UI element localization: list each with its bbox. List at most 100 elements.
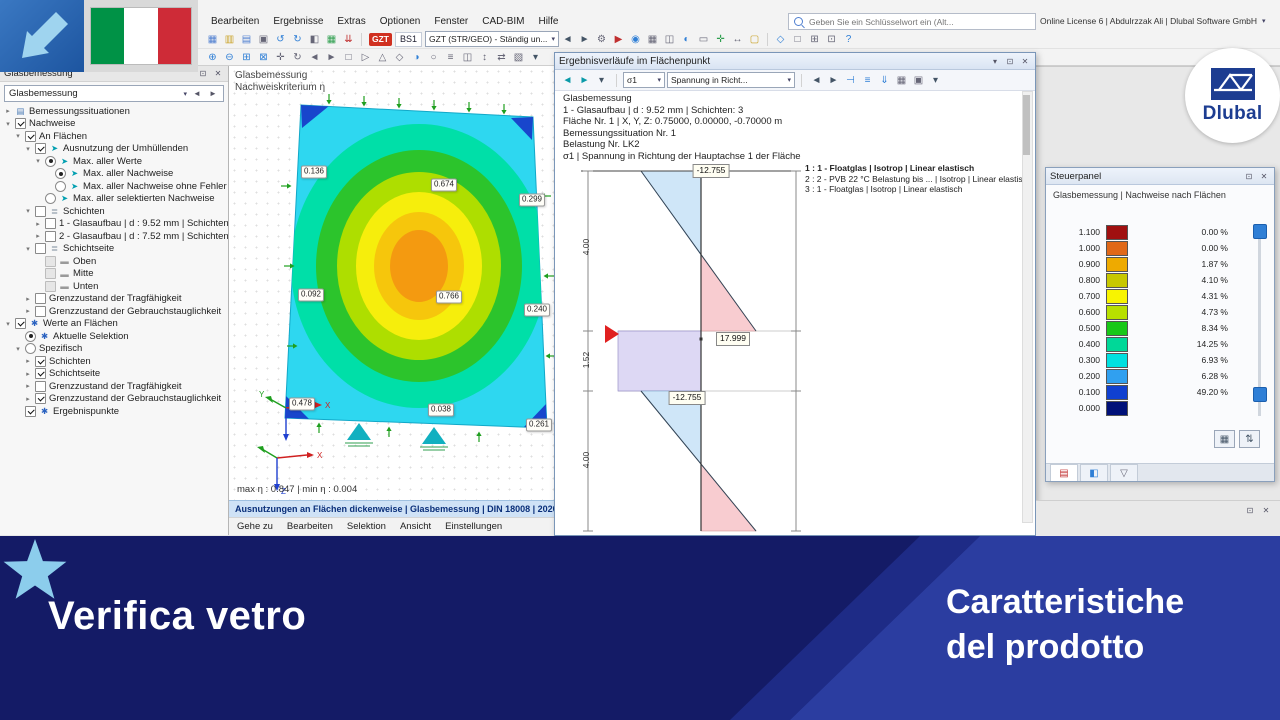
next-view-icon[interactable]: ► — [323, 50, 340, 65]
tree-item[interactable]: ▾ ✱ Werte an Flächen — [0, 318, 228, 331]
expander-icon[interactable]: ▾ — [14, 345, 22, 353]
checkbox[interactable] — [35, 205, 46, 217]
fit-view-icon[interactable]: ⊠ — [255, 50, 272, 65]
snap-icon[interactable]: ⊡ — [823, 32, 840, 47]
license-dropdown-icon[interactable]: ▾ — [1262, 17, 1266, 25]
tree-item[interactable]: ▬ Mitte — [0, 268, 228, 281]
tree-item[interactable]: ▸ Grenzzustand der Gebrauchstauglichkeit — [0, 393, 228, 406]
expander-icon[interactable]: ▸ — [34, 232, 42, 240]
viewport-menu-item[interactable]: Selektion — [347, 521, 386, 532]
annotation-icon[interactable]: ✛ — [712, 32, 729, 47]
viewport-menu-item[interactable]: Einstellungen — [445, 521, 502, 532]
expander-icon[interactable]: ▾ — [24, 145, 32, 153]
radio-button[interactable] — [25, 343, 36, 355]
swap-icon[interactable]: ⇄ — [493, 50, 510, 65]
loadcase-combobox[interactable]: GZT (STR/GEO) - Ständig un... ▾ — [425, 31, 560, 47]
comment-icon[interactable]: ▢ — [746, 32, 763, 47]
isometric-view-icon[interactable]: ◇ — [391, 50, 408, 65]
navigator-close-icon[interactable]: ✕ — [212, 68, 224, 79]
adjust-range-button-icon[interactable]: ⇅ — [1239, 430, 1260, 448]
expander-icon[interactable]: ▾ — [14, 132, 22, 140]
print-icon[interactable]: ▣ — [910, 73, 927, 88]
tab-color-scale-icon[interactable]: ▤ — [1050, 464, 1078, 481]
table-icon[interactable]: ▦ — [893, 73, 910, 88]
result-type-combobox[interactable]: Spannung in Richt... ▾ — [667, 72, 795, 88]
expander-icon[interactable]: ▸ — [34, 220, 42, 228]
expander-icon[interactable]: ▸ — [24, 357, 32, 365]
save-icon[interactable]: ▤ — [238, 32, 255, 47]
radio-button[interactable] — [55, 180, 66, 192]
checkbox[interactable] — [45, 255, 56, 267]
layout-icon[interactable]: ≡ — [859, 73, 876, 88]
expander-icon[interactable]: ▾ — [4, 120, 12, 128]
previous-point-icon[interactable]: ◄ — [808, 73, 825, 88]
section-icon[interactable]: ◫ — [661, 32, 678, 47]
checkbox[interactable] — [35, 380, 46, 392]
tab-display-icon[interactable]: ◧ — [1080, 464, 1108, 481]
tree-item[interactable]: ▾ ≣ Schichtseite — [0, 243, 228, 256]
back-icon[interactable]: ◄ — [559, 73, 576, 88]
undo-icon[interactable]: ↺ — [272, 32, 289, 47]
shading-icon[interactable]: ◑ — [408, 50, 425, 65]
new-model-icon[interactable]: ▦ — [204, 32, 221, 47]
menu-item-fenster[interactable]: Fenster — [427, 14, 475, 29]
open-model-icon[interactable]: ▥ — [221, 32, 238, 47]
result-values-icon[interactable]: ◉ — [627, 32, 644, 47]
wireframe-icon[interactable]: ○ — [425, 50, 442, 65]
calculate-icon[interactable]: ⚙ — [593, 32, 610, 47]
grid-icon[interactable]: ⊞ — [806, 32, 823, 47]
checkbox[interactable] — [45, 230, 56, 242]
redo-icon[interactable]: ↻ — [289, 32, 306, 47]
checkbox[interactable] — [35, 243, 46, 255]
forward-icon[interactable]: ► — [576, 73, 593, 88]
export-icon[interactable]: ⇓ — [876, 73, 893, 88]
checkbox[interactable] — [45, 280, 56, 292]
tree-item[interactable]: ▬ Oben — [0, 255, 228, 268]
tree-item[interactable]: ▾ ➤ Ausnutzung der Umhüllenden — [0, 143, 228, 156]
tree-item[interactable]: ▸ Grenzzustand der Tragfähigkeit — [0, 380, 228, 393]
tree-item[interactable]: ▸ Schichten — [0, 355, 228, 368]
checkbox[interactable] — [45, 268, 56, 280]
scale-max-handle[interactable] — [1253, 224, 1267, 239]
result-table-icon[interactable]: ▦ — [644, 32, 661, 47]
bs-label[interactable]: BS1 — [395, 31, 423, 47]
checkbox[interactable] — [35, 293, 46, 305]
expander-icon[interactable]: ▾ — [24, 207, 32, 215]
search-input[interactable] — [807, 15, 1035, 28]
navigator-toggle-icon[interactable]: ◧ — [306, 32, 323, 47]
tables-toggle-icon[interactable]: ▦ — [323, 32, 340, 47]
navigator-prev-icon[interactable]: ◄ — [191, 88, 203, 99]
tree-item[interactable]: ✱ Ergebnispunkte — [0, 405, 228, 418]
dock-icon[interactable]: ⊣ — [842, 73, 859, 88]
menu-item-ergebnisse[interactable]: Ergebnisse — [266, 14, 330, 29]
tree-item[interactable]: ▸ 2 - Glasaufbau | d : 7.52 mm | Schichte… — [0, 230, 228, 243]
menu-item-optionen[interactable]: Optionen — [373, 14, 428, 29]
tree-item[interactable]: ➤ Max. aller Nachweise — [0, 168, 228, 181]
navigator-next-icon[interactable]: ► — [207, 88, 219, 99]
tree-item[interactable]: ▸ Grenzzustand der Tragfähigkeit — [0, 293, 228, 306]
checkbox[interactable] — [35, 393, 46, 405]
checkbox[interactable] — [25, 405, 36, 417]
menu-item-extras[interactable]: Extras — [330, 14, 372, 29]
checkbox[interactable] — [25, 130, 36, 142]
expander-icon[interactable]: ▸ — [24, 295, 32, 303]
menu-item-cad-bim[interactable]: CAD-BIM — [475, 14, 531, 29]
previous-view-icon[interactable]: ◄ — [306, 50, 323, 65]
strip-close-icon[interactable]: ✕ — [1260, 505, 1272, 516]
radio-button[interactable] — [45, 155, 56, 167]
strip-float-icon[interactable]: ⊡ — [1244, 505, 1256, 516]
load-display-icon[interactable]: ⇊ — [340, 32, 357, 47]
tree-item[interactable]: ▸ 1 - Glasaufbau | d : 9.52 mm | Schichte… — [0, 218, 228, 231]
results-close-icon[interactable]: ✕ — [1019, 56, 1031, 67]
expander-icon[interactable]: ▸ — [4, 107, 12, 115]
expander-icon[interactable]: ▸ — [24, 382, 32, 390]
tree-item[interactable]: ✱ Aktuelle Selektion — [0, 330, 228, 343]
viewport-menu-item[interactable]: Ansicht — [400, 521, 431, 532]
navigator-float-icon[interactable]: ⊡ — [197, 68, 209, 79]
next-loadcase-icon[interactable]: ► — [576, 32, 593, 47]
expander-icon[interactable]: ▾ — [34, 157, 42, 165]
tab-filter-icon[interactable]: ▽ — [1110, 464, 1138, 481]
selection-icon[interactable]: ▭ — [695, 32, 712, 47]
tree-item[interactable]: ➤ Max. aller selektierten Nachweise — [0, 193, 228, 206]
tree-item[interactable]: ➤ Max. aller Nachweise ohne Fehler — [0, 180, 228, 193]
